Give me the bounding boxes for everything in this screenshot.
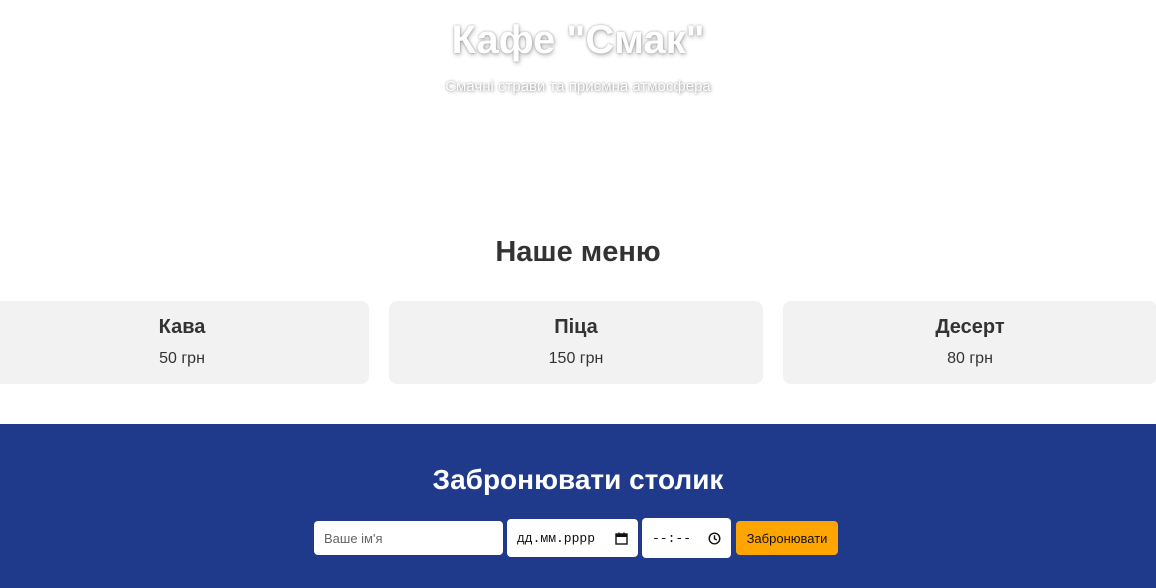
- booking-title: Забронювати столик: [432, 464, 724, 495]
- menu-item-name: Піца: [554, 316, 598, 338]
- menu-card-dessert: Десерт 80 грн: [783, 301, 1156, 384]
- menu-card-coffee: Кава 50 грн: [0, 301, 369, 384]
- menu-item-name: Десерт: [935, 316, 1005, 338]
- menu-title: Наше меню: [495, 236, 661, 268]
- clock-icon[interactable]: [708, 531, 721, 545]
- menu-item-price: 80 грн: [947, 350, 993, 367]
- time-placeholder: --:--: [652, 530, 692, 546]
- menu-item-price: 150 грн: [548, 350, 604, 367]
- date-placeholder: дд.мм.рррр: [517, 530, 596, 546]
- hero-section: Кафе "Смак" Смачні страви та приємна атм…: [0, 0, 1156, 200]
- cafe-subtitle: Смачні страви та приємна атмосфера: [445, 78, 711, 95]
- time-input[interactable]: --:--: [642, 518, 731, 558]
- cafe-title: Кафе "Смак": [451, 18, 705, 62]
- booking-section: Забронювати столик дд.мм.рррр --:-- Забр…: [0, 424, 1156, 588]
- menu-item-price: 50 грн: [159, 350, 205, 367]
- date-input[interactable]: дд.мм.рррр: [507, 519, 638, 557]
- menu-card-pizza: Піца 150 грн: [389, 301, 763, 384]
- calendar-icon[interactable]: [615, 532, 628, 545]
- name-input[interactable]: [314, 521, 503, 555]
- menu-item-name: Кава: [158, 316, 206, 338]
- book-table-button[interactable]: Забронювати: [736, 521, 838, 555]
